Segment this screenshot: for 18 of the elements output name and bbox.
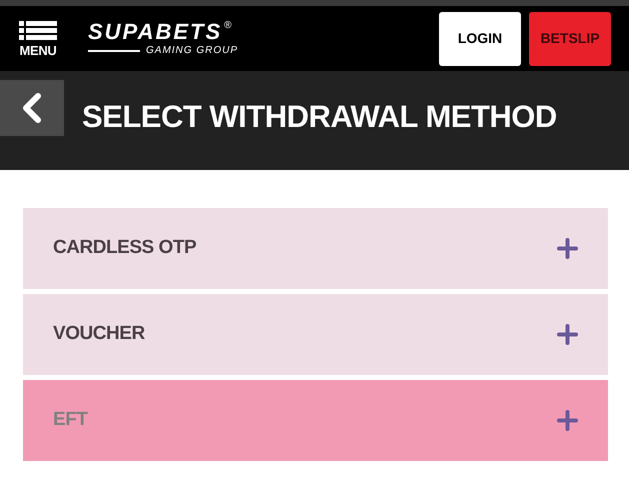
menu-icon[interactable]	[19, 20, 57, 40]
login-button[interactable]: LOGIN	[439, 12, 521, 66]
page-title: SELECT WITHDRAWAL METHOD	[82, 101, 557, 132]
plus-icon[interactable]	[557, 238, 578, 259]
plus-icon[interactable]	[557, 410, 578, 431]
betslip-button[interactable]: BETSLIP	[529, 12, 611, 66]
registered-mark: ®	[224, 21, 232, 31]
plus-icon[interactable]	[557, 324, 578, 345]
logo-wordmark: SUPABETS	[88, 21, 222, 43]
back-button[interactable]	[0, 80, 64, 136]
menu-label[interactable]: MENU	[20, 44, 56, 56]
method-label: EFT	[53, 408, 88, 432]
method-label: CARDLESS OTP	[53, 236, 196, 260]
method-row[interactable]: CARDLESS OTP	[23, 208, 608, 289]
logo-tagline: GAMING GROUP	[146, 46, 238, 56]
back-icon	[21, 92, 43, 124]
method-row[interactable]: VOUCHER	[23, 294, 608, 375]
method-label: VOUCHER	[53, 322, 145, 346]
